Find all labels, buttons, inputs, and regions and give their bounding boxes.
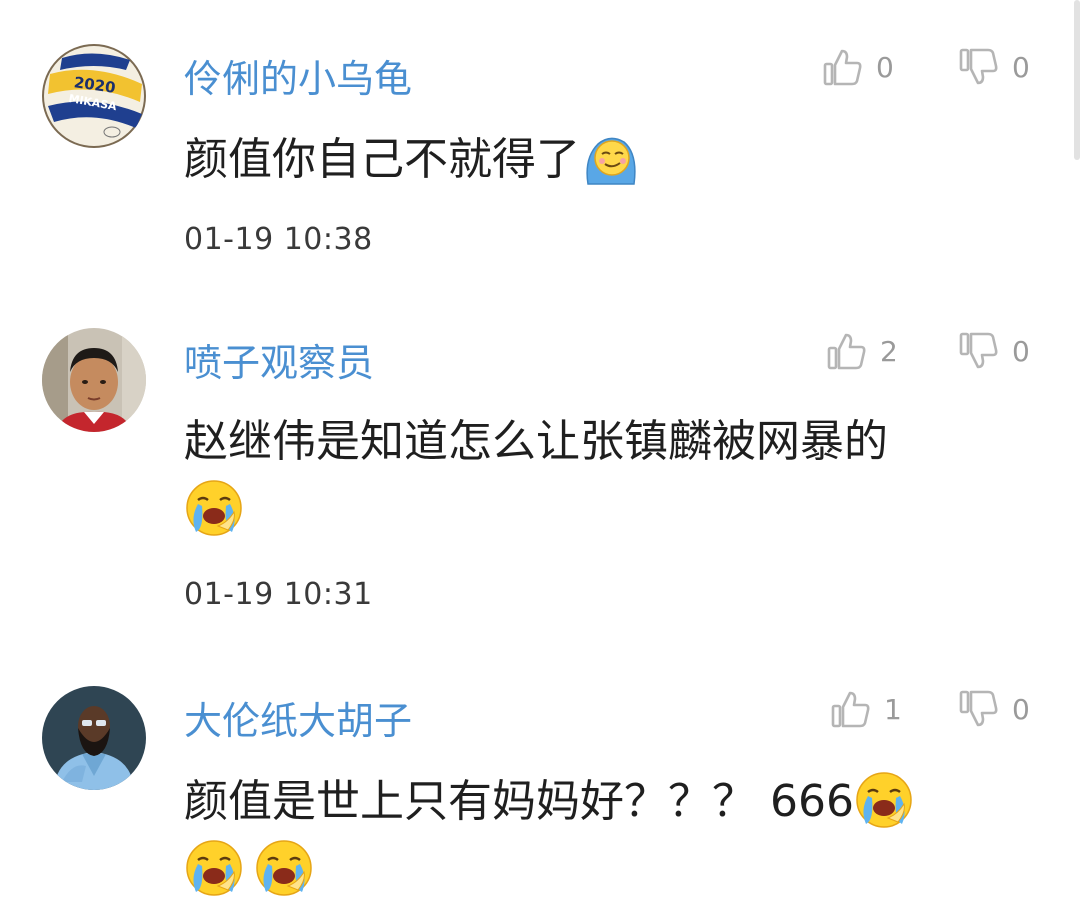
emoji-row	[184, 838, 1024, 900]
avatar[interactable]	[42, 686, 146, 790]
bearded-man-avatar-image	[42, 686, 146, 790]
comment-text: 颜值你自己不就得了	[184, 134, 580, 185]
username[interactable]: 大伦纸大胡子	[184, 690, 412, 745]
comment-time: 01-19 10:38	[184, 222, 373, 257]
like-button[interactable]: 0	[822, 46, 894, 88]
dislike-button[interactable]: 0	[958, 330, 1030, 372]
thumbs-down-icon	[959, 332, 998, 369]
dislike-count: 0	[1012, 334, 1030, 368]
like-count: 2	[880, 334, 898, 368]
dislike-button[interactable]: 0	[958, 46, 1030, 88]
like-button[interactable]: 2	[826, 330, 898, 372]
comment-content: 赵继伟是知道怎么让张镇麟被网暴的	[184, 412, 1024, 540]
like-count: 0	[876, 50, 894, 84]
comment-text: 颜值是世上只有妈妈好？？？ 666	[184, 776, 854, 827]
thumbs-up-icon	[823, 49, 862, 86]
child-avatar-image	[42, 328, 146, 432]
username[interactable]: 喷子观察员	[184, 332, 374, 387]
volleyball-avatar-image: 2020 MIKASA	[42, 44, 146, 148]
comment-content: 颜值你自己不就得了	[184, 128, 1024, 190]
like-button[interactable]: 1	[830, 688, 902, 730]
crying-face-emoji	[254, 838, 314, 898]
dislike-count: 0	[1012, 692, 1030, 726]
like-count: 1	[884, 692, 902, 726]
crying-face-emoji	[184, 478, 244, 538]
thumbs-down-icon	[959, 48, 998, 85]
emoji-row	[184, 478, 1024, 540]
dislike-button[interactable]: 0	[958, 688, 1030, 730]
comment-time: 01-19 10:31	[184, 577, 373, 612]
username[interactable]: 伶俐的小乌龟	[184, 48, 412, 103]
crying-face-emoji	[184, 838, 244, 898]
avatar[interactable]: 2020 MIKASA	[42, 44, 146, 148]
dislike-count: 0	[1012, 50, 1030, 84]
thumbs-down-icon	[959, 690, 998, 727]
thumbs-up-icon	[831, 691, 870, 728]
comment-content: 颜值是世上只有妈妈好？？？ 666	[184, 770, 1024, 900]
thumbs-up-icon	[827, 333, 866, 370]
scrollbar[interactable]	[1074, 0, 1080, 160]
avatar[interactable]	[42, 328, 146, 432]
smug-blanket-emoji	[580, 128, 640, 188]
crying-face-emoji	[854, 770, 914, 830]
comment-text: 赵继伟是知道怎么让张镇麟被网暴的	[184, 416, 888, 467]
